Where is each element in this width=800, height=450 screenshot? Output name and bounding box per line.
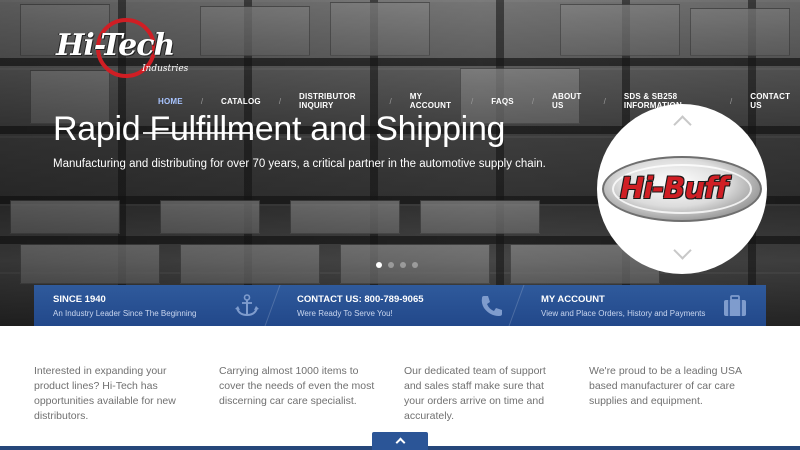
briefcase-icon: [724, 295, 746, 316]
nav-separator: /: [730, 96, 733, 106]
nav-item-home[interactable]: HOME: [150, 97, 191, 106]
brand-logo[interactable]: Hi-Buff: [602, 156, 762, 222]
slider-dot-4[interactable]: [412, 262, 418, 268]
nav-separator: /: [278, 96, 282, 106]
main-nav: HOME / CATALOG / DISTRIBUTOR INQUIRY / M…: [150, 92, 800, 113]
feature-list: Interested in expanding your product lin…: [34, 364, 774, 424]
nav-separator: /: [531, 96, 535, 106]
phone-icon: [481, 296, 502, 316]
chevron-up-icon[interactable]: [673, 112, 691, 130]
nav-item-faqs[interactable]: FAQS: [483, 97, 522, 106]
chevron-down-icon[interactable]: [673, 244, 691, 262]
nav-separator: /: [603, 96, 606, 106]
feature-usa-manufacturer: We're proud to be a leading USA based ma…: [589, 365, 742, 407]
hero-headline: Rapid Fulfillment and Shipping: [53, 110, 505, 149]
feature-catalog-size: Carrying almost 1000 items to cover the …: [219, 365, 375, 407]
hero-subline: Manufacturing and distributing for over …: [53, 158, 546, 170]
nav-separator: /: [200, 96, 204, 106]
feature-support-team: Our dedicated team of support and sales …: [404, 365, 546, 422]
headline-decoration-line: [143, 132, 253, 134]
slider-dot-3[interactable]: [400, 262, 406, 268]
slider-dot-1[interactable]: [376, 262, 382, 268]
slider-dot-2[interactable]: [388, 262, 394, 268]
nav-separator: /: [389, 96, 392, 106]
logo-wordmark: Hi-Tech: [56, 28, 175, 63]
nav-item-distributor-inquiry[interactable]: DISTRIBUTOR INQUIRY: [291, 92, 380, 110]
logo-subtitle: Industries: [142, 64, 189, 74]
scroll-to-top-button[interactable]: [372, 432, 428, 450]
hero-headline-text: Rapid Fulfillment and Shipping: [53, 110, 506, 148]
nav-item-my-account[interactable]: MY ACCOUNT: [402, 92, 461, 110]
info-contact-phone[interactable]: CONTACT US: 800-789-9065 Were Ready To S…: [278, 285, 522, 326]
anchor-icon: [235, 294, 259, 317]
info-my-account[interactable]: MY ACCOUNT View and Place Orders, Histor…: [522, 285, 766, 326]
info-bar: SINCE 1940 An Industry Leader Since The …: [34, 285, 766, 326]
nav-item-catalog[interactable]: CATALOG: [213, 97, 269, 106]
brand-carousel: Hi-Buff: [597, 104, 767, 274]
feature-distributors: Interested in expanding your product lin…: [34, 365, 176, 422]
nav-separator: /: [470, 96, 474, 106]
nav-item-about-us[interactable]: ABOUT US: [544, 92, 594, 110]
info-since-1940[interactable]: SINCE 1940 An Industry Leader Since The …: [34, 285, 278, 326]
site-logo[interactable]: Hi-Tech Industries: [56, 18, 188, 78]
brand-name: Hi-Buff: [620, 171, 728, 205]
slider-dots: [376, 262, 418, 268]
nav-item-contact-us[interactable]: CONTACT US: [742, 92, 800, 110]
